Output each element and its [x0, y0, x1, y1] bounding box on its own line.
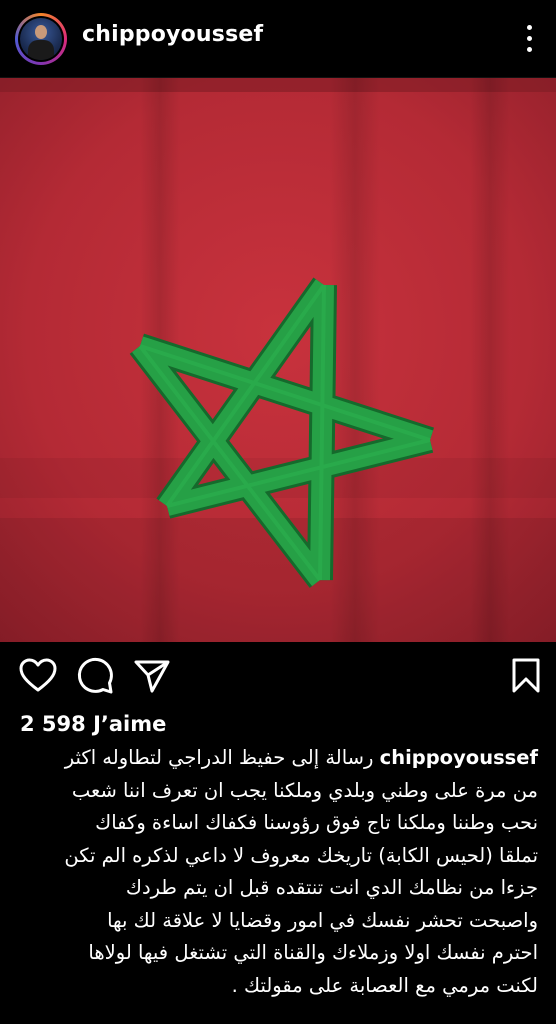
- caption-line: تملقا (لحيس الكابة) تاريخك معروف لا داعي…: [64, 843, 538, 867]
- moroccan-flag-image: [0, 78, 556, 642]
- caption-line: لكنت مرمي مع العصابة على مقولتك .: [231, 973, 538, 997]
- avatar-frame: [18, 16, 64, 62]
- caption-text: رسالة إلى حفيظ الدراجي لتطاوله اكثر: [64, 746, 374, 769]
- caption-username[interactable]: chippoyoussef: [380, 746, 538, 769]
- post-photo[interactable]: [0, 78, 556, 642]
- paper-plane-icon[interactable]: [132, 656, 172, 696]
- post-actions-bar: [0, 650, 556, 704]
- caption-line: من مرة على وطني وبلدي وملكنا يجب ان تعرف…: [71, 778, 538, 802]
- likes-count[interactable]: 2 598 J’aime: [20, 712, 166, 736]
- bookmark-icon[interactable]: [506, 656, 546, 696]
- caption-line: جزءا من نظامك الدي انت تنتقده قبل ان يتم…: [125, 876, 538, 899]
- caption-line: احترم نفسك اولا وزملاءك والقناة التي تشت…: [88, 941, 538, 964]
- post-header: chippoyoussef: [0, 0, 556, 78]
- more-vertical-icon[interactable]: [520, 22, 540, 56]
- post-username[interactable]: chippoyoussef: [82, 22, 263, 47]
- comment-icon[interactable]: [76, 656, 116, 696]
- post-caption: chippoyoussef رسالة إلى حفيظ الدراجي لتط…: [8, 742, 538, 1002]
- caption-line: نحب وطننا وملكنا تاج فوق رؤوسنا فكفاك اس…: [95, 811, 538, 834]
- heart-icon[interactable]: [18, 656, 58, 696]
- caption-line: chippoyoussef رسالة إلى حفيظ الدراجي لتط…: [8, 742, 538, 775]
- caption-line: واصبحت تحشر نفسك في امور وقضايا لا علاقة…: [107, 908, 538, 932]
- avatar-image: [20, 18, 62, 60]
- avatar[interactable]: [15, 13, 67, 65]
